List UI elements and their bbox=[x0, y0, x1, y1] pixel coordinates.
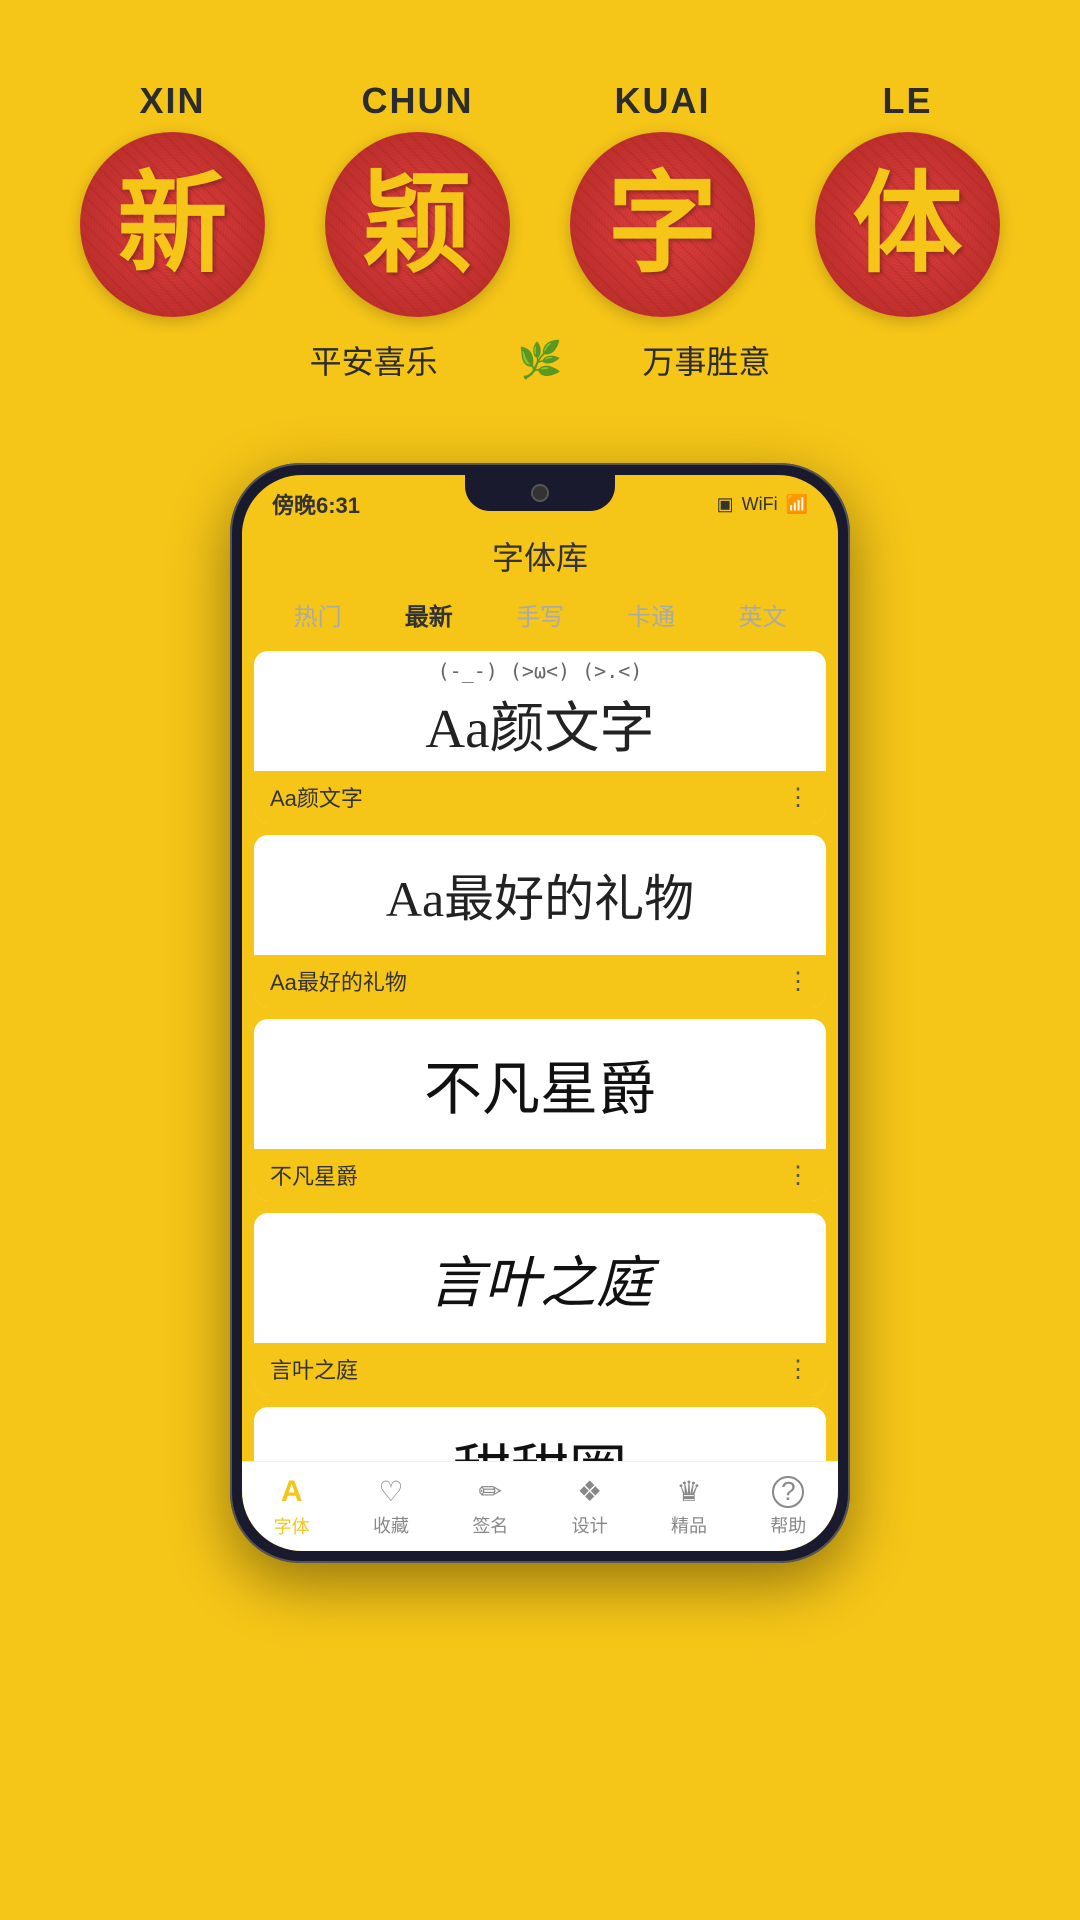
font-card-yanyeziting[interactable]: 言叶之庭 言叶之庭 ⋮ bbox=[254, 1213, 826, 1395]
app-title: 字体库 bbox=[242, 525, 838, 591]
nav-signature-label: 签名 bbox=[472, 1512, 508, 1538]
signature-icon: ✏ bbox=[479, 1475, 502, 1508]
font-card-bufan[interactable]: 不凡星爵 不凡星爵 ⋮ bbox=[254, 1019, 826, 1201]
preview-text-liwu: Aa最好的礼物 bbox=[386, 859, 694, 931]
circle-le: 体 bbox=[815, 132, 1000, 317]
subtitle-right: 万事胜意 bbox=[642, 337, 770, 383]
font-info-yanyeziting: 言叶之庭 ⋮ bbox=[254, 1343, 826, 1395]
font-info-yanwenzi: Aa颜文字 ⋮ bbox=[254, 771, 826, 823]
font-menu-yanwenzi[interactable]: ⋮ bbox=[786, 783, 810, 812]
premium-icon: ♛ bbox=[676, 1475, 701, 1508]
font-name-liwu: Aa最好的礼物 bbox=[270, 965, 407, 997]
nav-fonts-label: 字体 bbox=[274, 1513, 310, 1539]
battery-icon: ▣ bbox=[717, 494, 734, 515]
signal-icon: 📶 bbox=[786, 494, 808, 515]
font-menu-bufan[interactable]: ⋮ bbox=[786, 1161, 810, 1190]
char-text-le: 体 bbox=[853, 170, 963, 280]
pinyin-chun: CHUN bbox=[362, 80, 474, 122]
char-text-chun: 颖 bbox=[363, 170, 473, 280]
preview-text-yanyeziting: 言叶之庭 bbox=[428, 1238, 652, 1319]
pinyin-row: XIN 新 CHUN 颖 KUAI 字 LE 体 bbox=[40, 80, 1040, 317]
tab-handwriting[interactable]: 手写 bbox=[504, 591, 576, 641]
tab-english[interactable]: 英文 bbox=[726, 591, 798, 641]
font-name-yanwenzi: Aa颜文字 bbox=[270, 781, 363, 813]
font-card-yanwenzi[interactable]: (-_-) (>ω<) (>.<) Aa颜文字 Aa颜文字 ⋮ bbox=[254, 651, 826, 823]
status-time: 傍晚6:31 bbox=[272, 488, 360, 520]
phone-notch bbox=[465, 475, 615, 511]
font-name-bufan: 不凡星爵 bbox=[270, 1159, 358, 1191]
pinyin-le: LE bbox=[882, 80, 932, 122]
phone-inner: 傍晚6:31 ▣ WiFi 📶 字体库 热门 最新 手写 卡通 英文 bbox=[242, 475, 838, 1551]
tab-hot[interactable]: 热门 bbox=[282, 591, 354, 641]
nav-premium[interactable]: ♛ 精品 bbox=[671, 1475, 707, 1538]
status-icons: ▣ WiFi 📶 bbox=[717, 494, 808, 515]
char-text-xin: 新 bbox=[118, 170, 228, 280]
pinyin-kuai: KUAI bbox=[615, 80, 711, 122]
preview-text-yanwenzi: Aa颜文字 bbox=[425, 683, 654, 763]
char-xin: XIN 新 bbox=[80, 80, 265, 317]
hero-section: XIN 新 CHUN 颖 KUAI 字 LE 体 bbox=[0, 0, 1080, 423]
category-tabs[interactable]: 热门 最新 手写 卡通 英文 bbox=[242, 591, 838, 651]
font-menu-yanyeziting[interactable]: ⋮ bbox=[786, 1355, 810, 1384]
char-text-kuai: 字 bbox=[608, 170, 718, 280]
circle-kuai: 字 bbox=[570, 132, 755, 317]
circle-xin: 新 bbox=[80, 132, 265, 317]
font-info-liwu: Aa最好的礼物 ⋮ bbox=[254, 955, 826, 1007]
font-card-liwu[interactable]: Aa最好的礼物 Aa最好的礼物 ⋮ bbox=[254, 835, 826, 1007]
nav-favorites[interactable]: ♡ 收藏 bbox=[373, 1475, 409, 1538]
design-icon: ❖ bbox=[577, 1475, 602, 1508]
preview-text-bufan: 不凡星爵 bbox=[424, 1042, 656, 1126]
font-preview-yanwenzi: (-_-) (>ω<) (>.<) Aa颜文字 bbox=[254, 651, 826, 771]
fonts-icon: A bbox=[281, 1475, 303, 1509]
font-name-yanyeziting: 言叶之庭 bbox=[270, 1353, 358, 1385]
phone-frame: 傍晚6:31 ▣ WiFi 📶 字体库 热门 最新 手写 卡通 英文 bbox=[230, 463, 850, 1563]
circle-chun: 颖 bbox=[325, 132, 510, 317]
char-le: LE 体 bbox=[815, 80, 1000, 317]
help-icon: ? bbox=[772, 1476, 804, 1508]
pinyin-xin: XIN bbox=[139, 80, 205, 122]
nav-help[interactable]: ? 帮助 bbox=[770, 1476, 806, 1538]
tab-latest[interactable]: 最新 bbox=[393, 591, 465, 641]
char-chun: CHUN 颖 bbox=[325, 80, 510, 317]
nav-design-label: 设计 bbox=[572, 1512, 608, 1538]
nav-premium-label: 精品 bbox=[671, 1512, 707, 1538]
bottom-nav: A 字体 ♡ 收藏 ✏ 签名 ❖ 设计 bbox=[242, 1461, 838, 1551]
font-preview-yanyeziting: 言叶之庭 bbox=[254, 1213, 826, 1343]
font-preview-liwu: Aa最好的礼物 bbox=[254, 835, 826, 955]
font-list: (-_-) (>ω<) (>.<) Aa颜文字 Aa颜文字 ⋮ Aa最好的礼物 bbox=[242, 651, 838, 1517]
favorites-icon: ♡ bbox=[378, 1475, 403, 1508]
font-preview-bufan: 不凡星爵 bbox=[254, 1019, 826, 1149]
tab-cartoon[interactable]: 卡通 bbox=[615, 591, 687, 641]
subtitle-left: 平安喜乐 bbox=[310, 337, 438, 383]
nav-signature[interactable]: ✏ 签名 bbox=[472, 1475, 508, 1538]
nav-help-label: 帮助 bbox=[770, 1512, 806, 1538]
nav-favorites-label: 收藏 bbox=[373, 1512, 409, 1538]
nav-design[interactable]: ❖ 设计 bbox=[572, 1475, 608, 1538]
phone-content: 字体库 热门 最新 手写 卡通 英文 (-_-) ( bbox=[242, 525, 838, 1551]
font-menu-liwu[interactable]: ⋮ bbox=[786, 967, 810, 996]
font-info-bufan: 不凡星爵 ⋮ bbox=[254, 1149, 826, 1201]
lotus-icon: 🌿 bbox=[518, 339, 563, 381]
phone-section: 傍晚6:31 ▣ WiFi 📶 字体库 热门 最新 手写 卡通 英文 bbox=[0, 423, 1080, 1623]
char-kuai: KUAI 字 bbox=[570, 80, 755, 317]
wifi-icon: WiFi bbox=[742, 494, 778, 515]
subtitle-row: 平安喜乐 🌿 万事胜意 bbox=[40, 337, 1040, 383]
camera-lens bbox=[531, 484, 549, 502]
nav-fonts[interactable]: A 字体 bbox=[274, 1475, 310, 1539]
